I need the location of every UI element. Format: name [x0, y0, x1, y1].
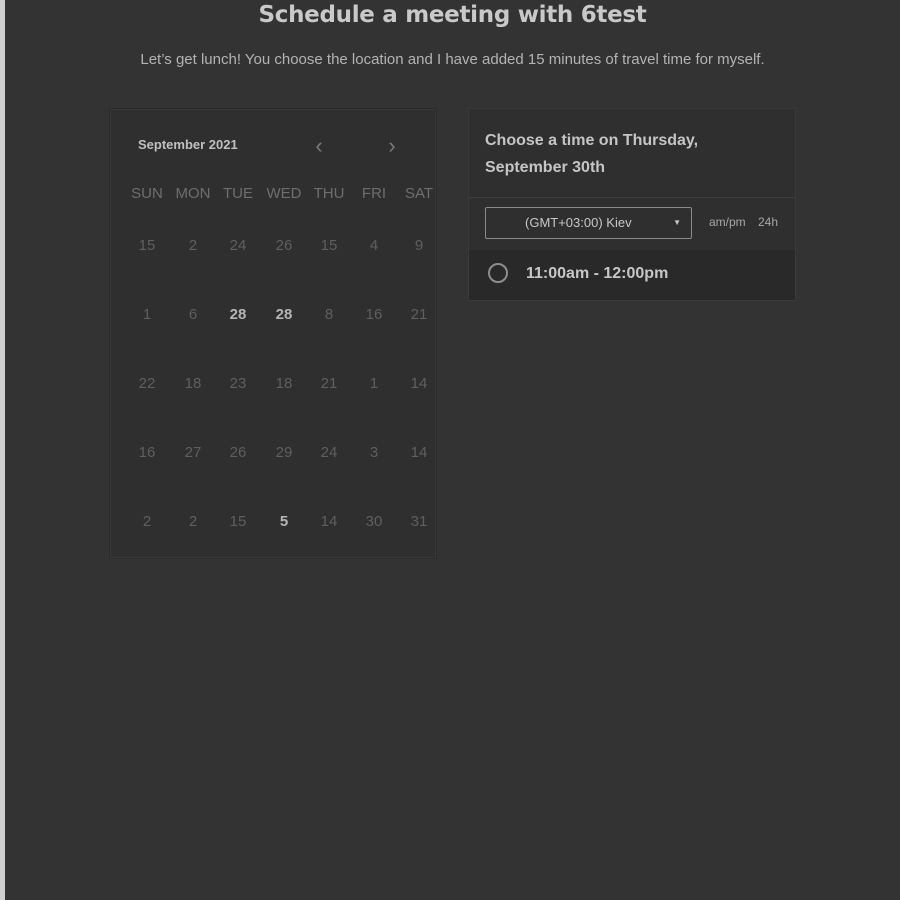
- ampm-toggle[interactable]: am/pm: [709, 215, 746, 229]
- calendar-day: 15: [229, 513, 247, 530]
- calendar-day: 8: [324, 306, 334, 323]
- 24h-toggle[interactable]: 24h: [758, 215, 778, 229]
- calendar-day: 15: [138, 237, 156, 254]
- calendar-day: 22: [138, 375, 156, 392]
- page-title: Schedule a meeting with 6test: [258, 2, 647, 28]
- calendar-day: 15: [320, 237, 338, 254]
- radio-icon: [488, 263, 508, 283]
- calendar-panel: September 2021 ‹ › SUN MON TUE WED THU FRI SAT…: [109, 108, 437, 559]
- weekday-label: SUN: [131, 185, 163, 202]
- calendar-day: 2: [188, 513, 198, 530]
- calendar-day: 2: [142, 513, 152, 530]
- page: Schedule a meeting with 6test Let’s get …: [5, 0, 900, 900]
- calendar-day: 29: [275, 444, 293, 461]
- calendar-day: 2: [188, 237, 198, 254]
- calendar-day: 18: [275, 375, 293, 392]
- calendar-day: 31: [410, 513, 428, 530]
- calendar-day: 16: [138, 444, 156, 461]
- weekday-label: THU: [313, 185, 345, 202]
- weekday-header: SUN MON TUE WED THU FRI SAT: [110, 185, 438, 203]
- weekday-label: SAT: [404, 185, 434, 202]
- calendar-day: 24: [229, 237, 247, 254]
- weekday-label: MON: [175, 185, 211, 202]
- divider: [469, 197, 795, 198]
- timezone-select[interactable]: (GMT+03:00) Kiev ▼: [485, 207, 692, 239]
- calendar-day: 21: [320, 375, 338, 392]
- weekday-label: TUE: [223, 185, 253, 202]
- calendar-day: 30: [365, 513, 383, 530]
- calendar-day: 24: [320, 444, 338, 461]
- time-slot[interactable]: 11:00am - 12:00pm: [469, 250, 795, 300]
- calendar-day: 6: [188, 306, 198, 323]
- calendar-day: 4: [369, 237, 379, 254]
- calendar-day: 9: [414, 237, 424, 254]
- page-subtitle: Let’s get lunch! You choose the location…: [140, 51, 765, 68]
- caret-down-icon: ▼: [673, 218, 681, 227]
- calendar-day: 26: [229, 444, 247, 461]
- calendar-day: 1: [369, 375, 379, 392]
- time-picker-heading: Choose a time on Thursday, September 30t…: [485, 132, 699, 176]
- timezone-value: (GMT+03:00) Kiev: [525, 215, 632, 230]
- calendar-month-label: September 2021: [138, 137, 238, 152]
- calendar-day-available[interactable]: 28: [215, 306, 261, 323]
- calendar-day: 26: [275, 237, 293, 254]
- calendar-day: 21: [410, 306, 428, 323]
- calendar-day: 23: [229, 375, 247, 392]
- time-picker-panel: Choose a time on Thursday, September 30t…: [468, 108, 796, 301]
- calendar-day: 14: [410, 375, 428, 392]
- time-slot-label: 11:00am - 12:00pm: [526, 265, 669, 282]
- next-month-icon[interactable]: ›: [382, 135, 402, 157]
- calendar-day: 14: [410, 444, 428, 461]
- calendar-day-available[interactable]: 28: [261, 306, 307, 323]
- calendar-day-available[interactable]: 5: [261, 513, 307, 530]
- prev-month-icon[interactable]: ‹: [309, 135, 329, 157]
- calendar-day: 16: [365, 306, 383, 323]
- calendar-day: 27: [184, 444, 202, 461]
- calendar-day: 18: [184, 375, 202, 392]
- weekday-label: WED: [266, 185, 302, 202]
- weekday-label: FRI: [361, 185, 387, 202]
- calendar-day: 3: [369, 444, 379, 461]
- calendar-day: 1: [142, 306, 152, 323]
- calendar-day: 14: [320, 513, 338, 530]
